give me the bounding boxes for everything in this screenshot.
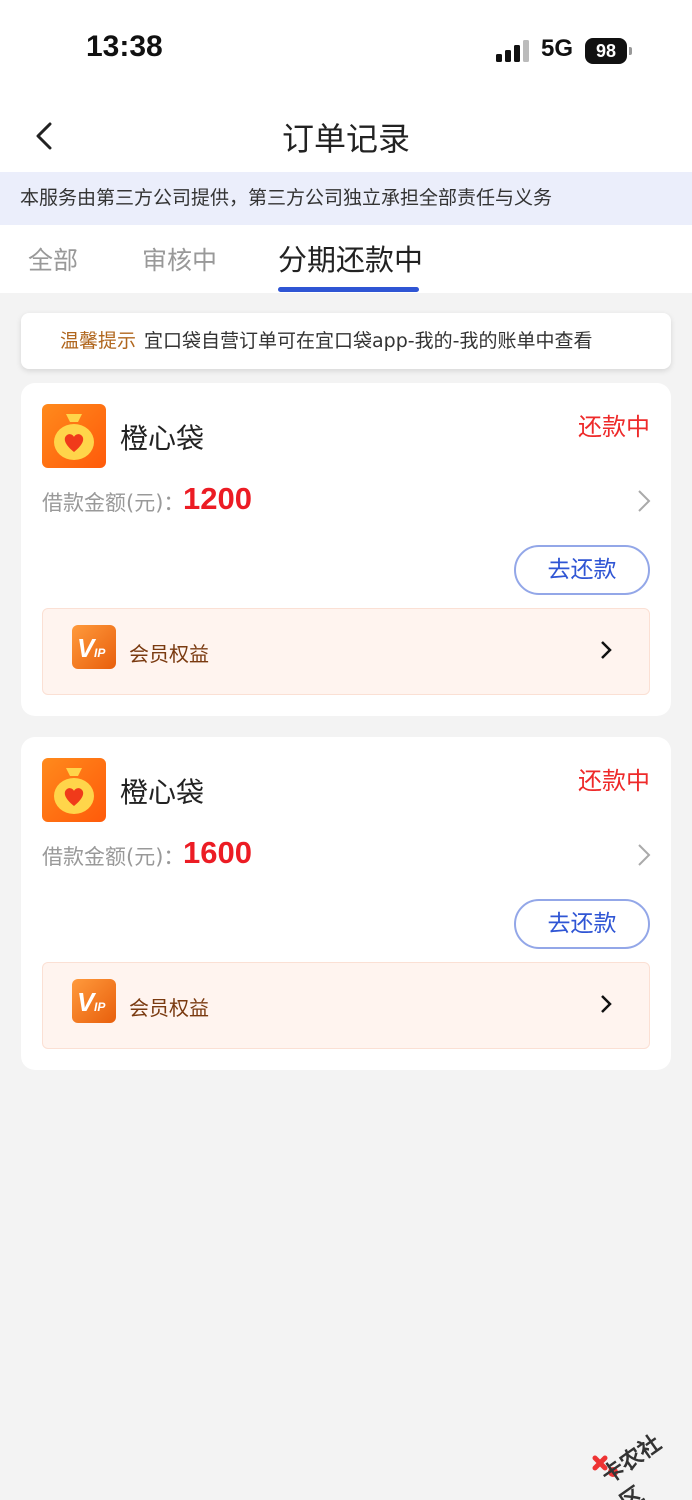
member-benefits-row[interactable]: V IP 会员权益 bbox=[42, 962, 650, 1049]
tab-under-review[interactable]: 审核中 bbox=[142, 241, 217, 277]
member-benefits-label: 会员权益 bbox=[129, 642, 209, 666]
amount-label: 借款金额(元)： bbox=[42, 491, 185, 515]
amount-label: 借款金额(元)： bbox=[42, 845, 185, 869]
watermark-text: 卡农社区 bbox=[597, 1430, 667, 1500]
chevron-right-icon bbox=[601, 641, 612, 659]
order-card[interactable]: 橙心袋 还款中 借款金额(元)： 1600 去还款 V IP 会员权益 bbox=[21, 737, 671, 1070]
member-benefits-row[interactable]: V IP 会员权益 bbox=[42, 608, 650, 695]
vip-icon: V IP bbox=[72, 979, 116, 1023]
status-badge: 还款中 bbox=[578, 767, 650, 795]
disclaimer-notice: 本服务由第三方公司提供，第三方公司独立承担全部责任与义务 bbox=[0, 172, 692, 225]
network-label: 5G bbox=[541, 35, 574, 62]
nav-bar: 订单记录 bbox=[0, 100, 692, 172]
tip-text: 宜口袋自营订单可在宜口袋app-我的-我的账单中查看 bbox=[144, 330, 593, 352]
active-tab-indicator bbox=[278, 287, 419, 292]
amount-value: 1200 bbox=[183, 481, 252, 516]
status-badge: 还款中 bbox=[578, 413, 650, 441]
money-bag-icon bbox=[42, 404, 106, 468]
chevron-right-icon[interactable] bbox=[637, 843, 651, 867]
money-bag-icon bbox=[42, 758, 106, 822]
status-time: 13:38 bbox=[86, 30, 163, 63]
battery-icon: 98 bbox=[585, 38, 632, 64]
battery-level: 98 bbox=[585, 38, 627, 64]
amount-value: 1600 bbox=[183, 835, 252, 870]
member-benefits-label: 会员权益 bbox=[129, 996, 209, 1020]
tip-label: 温馨提示 bbox=[60, 330, 137, 352]
app-name: 橙心袋 bbox=[120, 422, 205, 455]
svg-text:IP: IP bbox=[94, 1000, 106, 1014]
svg-text:IP: IP bbox=[94, 646, 106, 660]
chevron-right-icon[interactable] bbox=[637, 489, 651, 513]
repay-button[interactable]: 去还款 bbox=[514, 545, 650, 595]
order-card[interactable]: 橙心袋 还款中 借款金额(元)： 1200 去还款 V IP 会员权益 bbox=[21, 383, 671, 716]
repay-button[interactable]: 去还款 bbox=[514, 899, 650, 949]
watermark: 卡农社区 bbox=[585, 1404, 689, 1500]
signal-icon bbox=[496, 40, 529, 62]
chevron-right-icon bbox=[601, 995, 612, 1013]
tab-all[interactable]: 全部 bbox=[28, 241, 78, 277]
vip-icon: V IP bbox=[72, 625, 116, 669]
tip-box: 温馨提示 宜口袋自营订单可在宜口袋app-我的-我的账单中查看 bbox=[21, 313, 671, 369]
page-title: 订单记录 bbox=[281, 120, 410, 158]
app-name: 橙心袋 bbox=[120, 776, 205, 809]
status-bar: 13:38 5G 98 bbox=[0, 0, 692, 100]
tab-bar: 全部 审核中 分期还款中 bbox=[0, 225, 692, 293]
tab-installment-repaying[interactable]: 分期还款中 bbox=[278, 237, 423, 279]
